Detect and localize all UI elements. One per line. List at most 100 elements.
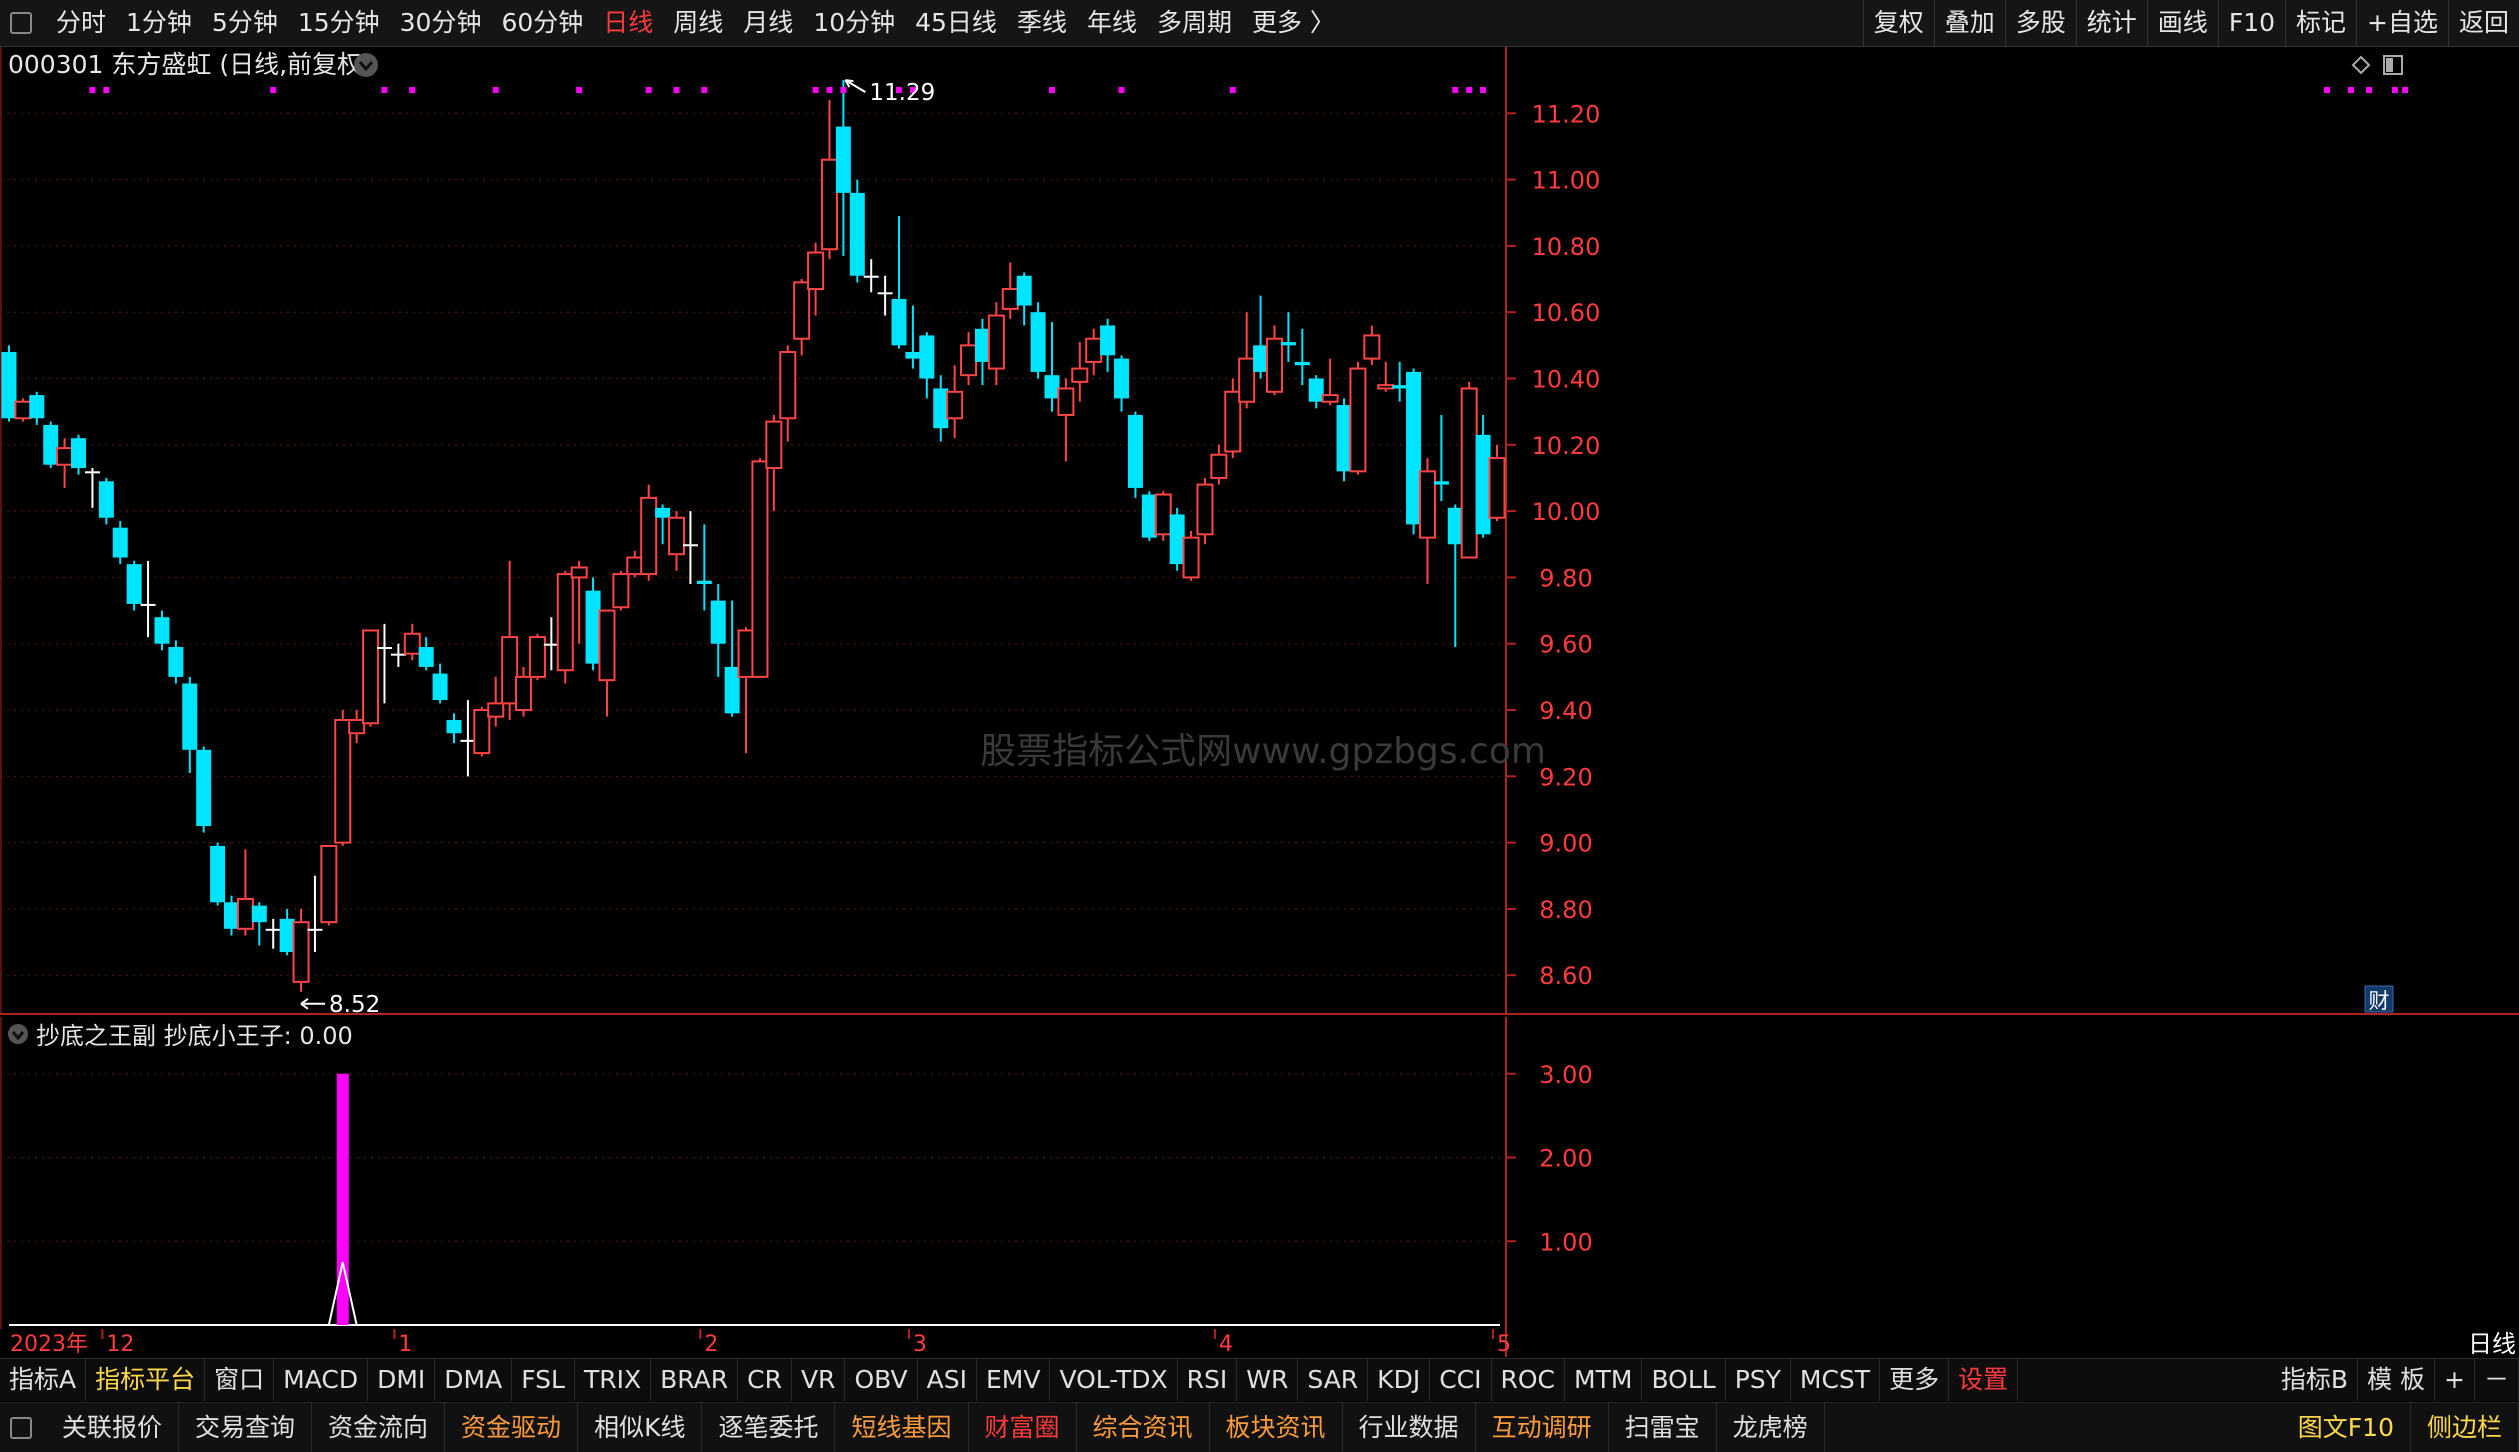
- bottom-tool-button[interactable]: 行业数据: [1343, 1403, 1476, 1452]
- candle-body-down: [126, 564, 142, 604]
- indicator-tab[interactable]: BOLL: [1642, 1359, 1726, 1401]
- candle-body-down: [1044, 375, 1060, 399]
- top-right-button[interactable]: 统计: [2075, 0, 2147, 46]
- period-tab[interactable]: 5分钟: [202, 0, 288, 46]
- indicator-tab[interactable]: VR: [792, 1359, 846, 1401]
- indicator-tab[interactable]: ASI: [918, 1359, 977, 1401]
- indicator-tab[interactable]: CR: [738, 1359, 792, 1401]
- indicator-tab[interactable]: VOL-TDX: [1050, 1359, 1178, 1401]
- bottom-tool-button[interactable]: 交易查询: [179, 1403, 313, 1452]
- window-menu-icon[interactable]: [10, 12, 32, 34]
- bottom-tool-button[interactable]: 财富圈: [969, 1403, 1077, 1452]
- bottom-tool-button[interactable]: 关联报价: [46, 1403, 180, 1452]
- signal-dot: [576, 87, 583, 93]
- candle-body-up: [473, 709, 491, 755]
- indicator-tab[interactable]: FSL: [512, 1359, 575, 1401]
- indicator-tab[interactable]: SAR: [1298, 1359, 1369, 1401]
- indicator-tab[interactable]: TRIX: [575, 1359, 652, 1401]
- candle-body-up: [348, 718, 366, 735]
- finance-badge-label: 财: [2369, 989, 2390, 1013]
- period-tab[interactable]: 45日线: [905, 0, 1007, 46]
- indicator-tab[interactable]: 窗口: [205, 1359, 275, 1401]
- indicator-right-button[interactable]: +: [2435, 1359, 2475, 1401]
- top-right-button[interactable]: 画线: [2146, 0, 2218, 46]
- indicator-tab[interactable]: BRAR: [651, 1359, 739, 1401]
- bottom-tool-button[interactable]: 互动调研: [1476, 1403, 1609, 1452]
- indicator-tab[interactable]: DMA: [435, 1359, 513, 1401]
- signal-dot: [381, 87, 388, 93]
- period-tab[interactable]: 年线: [1077, 0, 1147, 46]
- signal-dot: [1118, 87, 1125, 93]
- period-tab[interactable]: 季线: [1007, 0, 1077, 46]
- period-tab[interactable]: 日线: [593, 0, 663, 46]
- bottom-tool-button[interactable]: 相似K线: [578, 1403, 703, 1452]
- bottom-right-button[interactable]: 图文F10: [2282, 1403, 2411, 1452]
- top-right-button[interactable]: 多股: [2004, 0, 2076, 46]
- indicator-tab[interactable]: 指标平台: [86, 1359, 206, 1401]
- indicator-tab[interactable]: DMI: [368, 1359, 436, 1401]
- candle-body-down: [710, 600, 726, 644]
- period-tab[interactable]: 10分钟: [803, 0, 905, 46]
- candle-body-up: [1085, 337, 1103, 363]
- period-tab[interactable]: 多周期: [1147, 0, 1242, 46]
- price-tick-label: 10.00: [1532, 498, 1601, 526]
- signal-dot: [826, 87, 833, 93]
- candle-body-up: [1057, 387, 1075, 416]
- bottom-tool-button[interactable]: 资金流向: [312, 1403, 446, 1452]
- candle-body-doji: [84, 471, 100, 474]
- indicator-right-button[interactable]: －: [2475, 1359, 2519, 1401]
- period-tab[interactable]: 月线: [733, 0, 803, 46]
- top-right-button[interactable]: 标记: [2285, 0, 2356, 46]
- price-tick-label: 11.00: [1532, 167, 1601, 195]
- indicator-right-button[interactable]: 指标B: [2272, 1359, 2359, 1401]
- bottom-tool-button[interactable]: 资金驱动: [445, 1403, 579, 1452]
- indicator-tab[interactable]: CCI: [1430, 1359, 1492, 1401]
- indicator-tab[interactable]: EMV: [977, 1359, 1051, 1401]
- bottom-tool-button[interactable]: 板块资讯: [1210, 1403, 1343, 1452]
- period-tab[interactable]: 60分钟: [491, 0, 593, 46]
- candle-body-down: [1447, 507, 1463, 545]
- indicator-tab[interactable]: MACD: [274, 1359, 369, 1401]
- period-tab[interactable]: 周线: [663, 0, 733, 46]
- candle-body-up: [626, 556, 644, 576]
- chevron-down-icon: [8, 1024, 28, 1044]
- top-right-button[interactable]: 叠加: [1933, 0, 2005, 46]
- top-right-button[interactable]: +自选: [2356, 0, 2448, 46]
- top-right-button[interactable]: 复权: [1862, 0, 1934, 46]
- bottom-tool-button[interactable]: 龙虎榜: [1717, 1403, 1825, 1452]
- indicator-right-button[interactable]: 模 板: [2358, 1359, 2436, 1401]
- bottom-tool-button[interactable]: 综合资讯: [1077, 1403, 1210, 1452]
- indicator-tab[interactable]: 指标A: [0, 1359, 87, 1401]
- period-tab[interactable]: 更多 〉: [1242, 0, 1345, 46]
- price-tick-label: 9.60: [1539, 631, 1592, 659]
- top-right-button[interactable]: 返回: [2447, 0, 2519, 46]
- period-tab[interactable]: 分时: [46, 0, 116, 46]
- indicator-tab[interactable]: PSY: [1726, 1359, 1791, 1401]
- indicator-tab[interactable]: 设置: [1949, 1359, 2019, 1401]
- indicator-tabs: 指标A 指标平台 窗口 MACD DMI DMA FSL TRIX BRAR CR VR OBV ASI…: [0, 1359, 2019, 1401]
- panel-toggle-icon[interactable]: [10, 1416, 32, 1439]
- indicator-tab[interactable]: OBV: [845, 1359, 918, 1401]
- indicator-tab[interactable]: MTM: [1565, 1359, 1643, 1401]
- period-tab[interactable]: 30分钟: [390, 0, 492, 46]
- period-tab[interactable]: 15分钟: [288, 0, 390, 46]
- bottom-right-button[interactable]: 侧边栏: [2411, 1403, 2519, 1452]
- bottom-tool-button[interactable]: 扫雷宝: [1609, 1403, 1717, 1452]
- indicator-chart[interactable]: 3.00 2.00 1.00 抄底之王副 抄底小王子: 0.00: [0, 1017, 2519, 1329]
- candle-body-up: [668, 516, 686, 556]
- candle-body-down: [1141, 494, 1157, 538]
- date-label: 1: [398, 1332, 412, 1357]
- indicator-tab[interactable]: WR: [1237, 1359, 1299, 1401]
- indicator-tab[interactable]: MCST: [1791, 1359, 1881, 1401]
- bottom-tool-button[interactable]: 短线基因: [835, 1403, 969, 1452]
- indicator-tab[interactable]: KDJ: [1368, 1359, 1431, 1401]
- period-tab[interactable]: 1分钟: [116, 0, 202, 46]
- top-right-button[interactable]: F10: [2217, 0, 2285, 46]
- candlestick-chart[interactable]: 11.20 11.00 10.80 10.60 10.40 10.20 10.00 9.80 9…: [0, 47, 2519, 1015]
- indicator-tab[interactable]: RSI: [1178, 1359, 1238, 1401]
- indicator-tab[interactable]: ROC: [1492, 1359, 1566, 1401]
- indicator-tab-bar: 指标A 指标平台 窗口 MACD DMI DMA FSL TRIX BRAR CR VR OBV ASI…: [0, 1358, 2519, 1401]
- indicator-tab[interactable]: 更多: [1880, 1359, 1950, 1401]
- period-label: 日线: [2468, 1330, 2516, 1357]
- bottom-tool-button[interactable]: 逐笔委托: [702, 1403, 836, 1452]
